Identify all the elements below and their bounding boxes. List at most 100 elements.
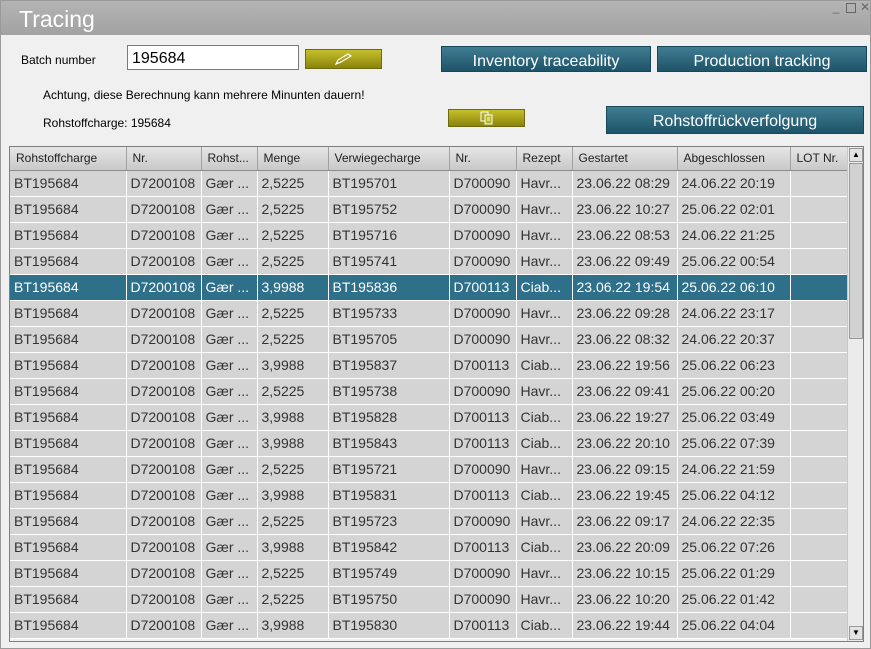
table-row[interactable]: BT195684 D7200108 Gær ... 2,5225 BT195738 D70…: [10, 378, 849, 405]
table-cell: BT195830: [328, 612, 450, 639]
table-row[interactable]: BT195684 D7200108 Gær ... 2,5225 BT195749 D70…: [10, 560, 849, 587]
table-cell: D700090: [449, 196, 517, 223]
table-cell: BT195684: [10, 170, 127, 197]
table-cell: Gær ...: [201, 612, 258, 639]
table-row[interactable]: BT195684 D7200108 Gær ... 3,9988 BT195831 D70…: [10, 482, 849, 509]
table-cell: 23.06.22 09:17: [572, 508, 678, 535]
table-cell: BT195837: [328, 352, 450, 379]
table-cell: D7200108: [126, 404, 202, 431]
table-cell: 23.06.22 19:27: [572, 404, 678, 431]
table-cell: 2,5225: [257, 378, 329, 405]
table-cell: BT195684: [10, 430, 127, 457]
table-row[interactable]: BT195684 D7200108 Gær ... 3,9988 BT195830 D70…: [10, 612, 849, 639]
table-cell: D7200108: [126, 612, 202, 639]
table-row[interactable]: BT195684 D7200108 Gær ... 3,9988 BT195836 D70…: [10, 274, 849, 301]
table-cell: BT195750: [328, 586, 450, 613]
table-cell: BT195836: [328, 274, 450, 301]
table-cell: BT195843: [328, 430, 450, 457]
table-cell: 25.06.22 06:10: [677, 274, 791, 301]
table-cell: Ciab...: [516, 612, 573, 639]
table-cell: Havr...: [516, 248, 573, 275]
table-cell: BT195716: [328, 222, 450, 249]
table-cell: D700090: [449, 456, 517, 483]
raw-material-tracking-button[interactable]: Rohstoffrückverfolgung: [606, 106, 864, 134]
table-row[interactable]: BT195684 D7200108 Gær ... 3,9988 BT195828 D70…: [10, 404, 849, 431]
table-cell: 23.06.22 09:49: [572, 248, 678, 275]
table-cell: 25.06.22 06:23: [677, 352, 791, 379]
table-cell: D7200108: [126, 248, 202, 275]
table-cell: D700090: [449, 586, 517, 613]
table-cell: 2,5225: [257, 222, 329, 249]
table-cell: BT195684: [10, 248, 127, 275]
table-row[interactable]: BT195684 D7200108 Gær ... 2,5225 BT195723 D70…: [10, 508, 849, 535]
table-cell: BT195828: [328, 404, 450, 431]
table-row[interactable]: BT195684 D7200108 Gær ... 2,5225 BT195716 D70…: [10, 222, 849, 249]
column-header[interactable]: Abgeschlossen: [677, 147, 791, 171]
table-cell: [790, 274, 849, 301]
title-bar: Tracing _ ✕: [1, 1, 870, 35]
table-cell: [790, 612, 849, 639]
table-cell: Gær ...: [201, 430, 258, 457]
batch-number-input[interactable]: [127, 45, 299, 70]
table-cell: Ciab...: [516, 274, 573, 301]
table-row[interactable]: BT195684 D7200108 Gær ... 2,5225 BT195741 D70…: [10, 248, 849, 275]
column-header[interactable]: Verwiegecharge: [328, 147, 450, 171]
table-cell: D7200108: [126, 170, 202, 197]
production-tracking-button[interactable]: Production tracking: [657, 46, 867, 72]
table-cell: Gær ...: [201, 352, 258, 379]
column-header[interactable]: Rohst...: [201, 147, 258, 171]
table-cell: D700113: [449, 612, 517, 639]
vertical-scrollbar[interactable]: ▲ ▼: [847, 147, 863, 641]
batch-number-label: Batch number: [21, 53, 96, 67]
table-row[interactable]: BT195684 D7200108 Gær ... 3,9988 BT195842 D70…: [10, 534, 849, 561]
scroll-down-icon[interactable]: ▼: [849, 626, 863, 640]
table-cell: BT195684: [10, 482, 127, 509]
column-header[interactable]: LOT Nr.: [790, 147, 849, 171]
table-row[interactable]: BT195684 D7200108 Gær ... 2,5225 BT195721 D70…: [10, 456, 849, 483]
table-row[interactable]: BT195684 D7200108 Gær ... 2,5225 BT195701 D70…: [10, 170, 849, 197]
table-cell: BT195684: [10, 274, 127, 301]
table-cell: BT195721: [328, 456, 450, 483]
table-row[interactable]: BT195684 D7200108 Gær ... 2,5225 BT195752 D70…: [10, 196, 849, 223]
table-cell: D700090: [449, 248, 517, 275]
table-cell: BT195705: [328, 326, 450, 353]
table-row[interactable]: BT195684 D7200108 Gær ... 2,5225 BT195750 D70…: [10, 586, 849, 613]
table-cell: 24.06.22 21:59: [677, 456, 791, 483]
minimize-icon[interactable]: _: [829, 1, 843, 15]
table-cell: [790, 430, 849, 457]
column-header[interactable]: Menge: [257, 147, 329, 171]
table-cell: Havr...: [516, 170, 573, 197]
tracing-grid: Rohstoffcharge Nr. Rohst... Menge Verwiegech…: [9, 146, 864, 642]
table-row[interactable]: BT195684 D7200108 Gær ... 3,9988 BT195843 D70…: [10, 430, 849, 457]
table-cell: 2,5225: [257, 326, 329, 353]
table-cell: [790, 352, 849, 379]
table-cell: 25.06.22 01:29: [677, 560, 791, 587]
column-header[interactable]: Rohstoffcharge: [10, 147, 127, 171]
copy-button[interactable]: [448, 109, 525, 127]
edit-button[interactable]: [305, 49, 382, 69]
table-cell: D700090: [449, 560, 517, 587]
table-cell: Gær ...: [201, 326, 258, 353]
maximize-icon[interactable]: [844, 1, 858, 15]
table-cell: BT195684: [10, 222, 127, 249]
table-cell: 3,9988: [257, 404, 329, 431]
table-cell: Gær ...: [201, 508, 258, 535]
table-cell: BT195738: [328, 378, 450, 405]
table-cell: D7200108: [126, 326, 202, 353]
table-cell: Havr...: [516, 378, 573, 405]
close-icon[interactable]: ✕: [858, 1, 871, 15]
inventory-traceability-button[interactable]: Inventory traceability: [441, 46, 651, 72]
table-row[interactable]: BT195684 D7200108 Gær ... 2,5225 BT195705 D70…: [10, 326, 849, 353]
table-cell: BT195684: [10, 560, 127, 587]
table-row[interactable]: BT195684 D7200108 Gær ... 2,5225 BT195733 D70…: [10, 300, 849, 327]
table-row[interactable]: BT195684 D7200108 Gær ... 3,9988 BT195837 D70…: [10, 352, 849, 379]
scroll-thumb[interactable]: [849, 163, 863, 339]
column-header[interactable]: Gestartet: [572, 147, 678, 171]
table-cell: [790, 482, 849, 509]
column-header[interactable]: Nr.: [449, 147, 517, 171]
scroll-up-icon[interactable]: ▲: [849, 148, 863, 162]
column-header[interactable]: Rezept: [516, 147, 573, 171]
column-header[interactable]: Nr.: [126, 147, 202, 171]
table-cell: 25.06.22 01:42: [677, 586, 791, 613]
table-cell: 2,5225: [257, 300, 329, 327]
